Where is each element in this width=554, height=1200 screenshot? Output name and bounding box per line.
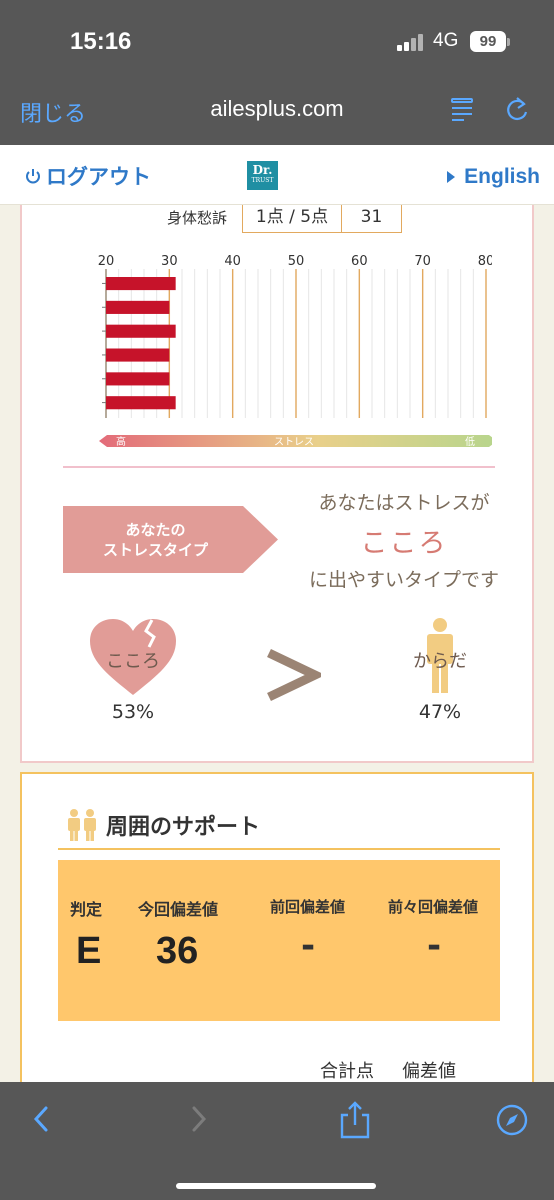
network-type: 4G bbox=[433, 30, 459, 51]
section-divider bbox=[63, 466, 495, 468]
x-tick-label: 40 bbox=[224, 254, 241, 269]
stress-message-line1: あなたはストレスが bbox=[318, 492, 490, 514]
stress-bar bbox=[106, 348, 170, 362]
triangle-right-icon bbox=[447, 171, 456, 183]
stress-message-line3: に出やすいタイプです bbox=[308, 569, 499, 591]
mind-label: こころ bbox=[106, 651, 160, 672]
greater-than-icon bbox=[267, 648, 321, 702]
stress-bar bbox=[106, 300, 170, 314]
sum-label: 合計点 bbox=[320, 1061, 374, 1082]
stress-bar bbox=[106, 372, 170, 386]
title-underline bbox=[58, 848, 500, 850]
x-tick-label: 70 bbox=[414, 254, 431, 269]
header-current-deviation: 今回偏差値 bbox=[138, 900, 219, 919]
stress-bar bbox=[106, 277, 176, 291]
battery-icon: 99 bbox=[470, 31, 506, 52]
site-logo[interactable]: Dr. TRUST bbox=[247, 161, 278, 190]
logout-link[interactable]: ログアウト bbox=[24, 161, 151, 191]
score-value: 31 bbox=[342, 205, 402, 233]
home-indicator[interactable] bbox=[176, 1183, 376, 1189]
stress-bar bbox=[106, 396, 176, 410]
support-title: 周囲のサポート bbox=[106, 815, 261, 840]
body-label: からだ bbox=[413, 651, 467, 672]
stress-type-badge: あなたの ストレスタイプ bbox=[63, 506, 278, 573]
support-score-panel: 判定 今回偏差値 前回偏差値 前々回偏差値 E 36 - - bbox=[58, 860, 500, 1021]
status-time: 15:16 bbox=[70, 28, 132, 55]
current-deviation-value: 36 bbox=[156, 930, 199, 972]
share-icon[interactable] bbox=[339, 1100, 371, 1140]
reader-view-icon[interactable] bbox=[450, 97, 474, 123]
before-previous-deviation-value: - bbox=[427, 926, 442, 966]
x-tick-label: 80 bbox=[478, 254, 492, 269]
score-rating: 1点 / 5点 bbox=[242, 205, 342, 233]
power-icon bbox=[26, 169, 40, 184]
logout-label: ログアウト bbox=[46, 165, 151, 189]
language-link[interactable]: English bbox=[446, 165, 540, 189]
site-header: ログアウト Dr. TRUST English bbox=[0, 145, 554, 205]
gradient-center-label: ストレス bbox=[274, 437, 314, 448]
stress-result-card: 身体愁訴 1点 / 5点 31 20 30 40 50 60 70 80 高 ストレス 低 あなた… bbox=[20, 205, 534, 763]
back-icon[interactable] bbox=[30, 1102, 52, 1136]
score-label: 身体愁訴 bbox=[167, 209, 228, 227]
x-tick-label: 30 bbox=[161, 254, 178, 269]
header-previous-deviation: 前回偏差値 bbox=[270, 898, 346, 916]
stress-type-label-line2: ストレスタイプ bbox=[102, 541, 208, 559]
browser-top-bar: 15:16 4G 99 閉じる ailesplus.com bbox=[0, 0, 554, 145]
reload-icon[interactable] bbox=[504, 96, 530, 124]
compass-icon[interactable] bbox=[495, 1103, 529, 1137]
signal-icon bbox=[397, 33, 425, 51]
stress-type-label-line1: あなたの bbox=[125, 521, 186, 539]
x-tick-label: 50 bbox=[288, 254, 305, 269]
stress-message-type: こころ bbox=[360, 528, 448, 559]
header-before-previous-deviation: 前々回偏差値 bbox=[388, 898, 479, 916]
logo-line2: TRUST bbox=[251, 177, 274, 184]
deviation-label: 偏差値 bbox=[402, 1061, 456, 1082]
stress-bar-chart: 20 30 40 50 60 70 80 高 ストレス 低 bbox=[98, 254, 492, 448]
previous-deviation-value: - bbox=[301, 926, 316, 966]
gradient-low-label: 低 bbox=[465, 435, 475, 448]
people-icon bbox=[68, 809, 96, 841]
body-percent: 47% bbox=[418, 701, 462, 723]
x-tick-label: 60 bbox=[351, 254, 368, 269]
mind-percent: 53% bbox=[111, 701, 155, 723]
judgement-value: E bbox=[76, 930, 102, 972]
language-label: English bbox=[464, 165, 540, 188]
stress-bar bbox=[106, 324, 176, 338]
header-judgement: 判定 bbox=[70, 900, 103, 919]
x-tick-label: 20 bbox=[98, 254, 115, 269]
support-card: 周囲のサポート 判定 今回偏差値 前回偏差値 前々回偏差値 E 36 - - 合… bbox=[20, 772, 534, 1102]
gradient-high-label: 高 bbox=[116, 435, 126, 448]
battery-nub bbox=[507, 38, 510, 46]
logo-line1: Dr. bbox=[252, 163, 273, 177]
forward-icon[interactable] bbox=[188, 1102, 210, 1136]
